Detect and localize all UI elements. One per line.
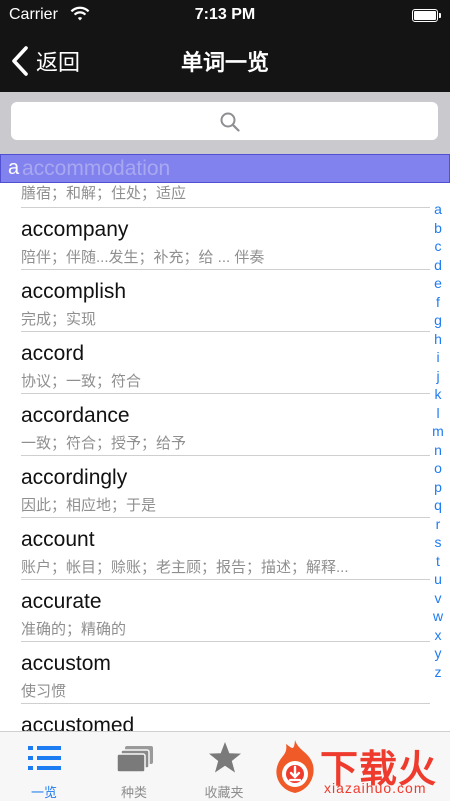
word-meaning: 一致；符合；授予；给予 [21,435,187,452]
tab-label: 一览 [30,785,57,800]
list-icon [28,746,61,770]
back-label: 返回 [36,50,81,75]
word-english: accustom [21,652,111,675]
flame-icon [276,740,314,793]
top-bar: Carrier 7:13 PM 返回 单词一览 [0,0,450,92]
list-item[interactable]: accord 协议；一致；符合 [0,332,430,394]
word-meaning: 陪伴；伴随...发生；补充；给 ... 伴奏 [21,249,265,266]
word-meaning: 准确的；精确的 [21,621,127,638]
tab-list[interactable]: 一览 [4,732,84,801]
index-letter[interactable]: y [431,644,445,663]
index-letter[interactable]: w [431,607,445,626]
search-bar [0,92,450,154]
index-letter[interactable]: x [431,626,445,645]
section-word: accommodation [22,157,171,180]
word-english: accompany [21,218,129,241]
list-item[interactable]: account 账户；帐目；赊账；老主顾；报告；描述；解释... [0,518,430,580]
watermark-logo: 下载火 xiazaihuo.com [262,732,450,800]
list-item[interactable]: accompany 陪伴；伴随...发生；补充；给 ... 伴奏 [0,208,430,270]
index-letter[interactable]: b [431,219,445,238]
alphabet-index[interactable]: a b c d e f g h i j k l m n o p q r s t … [431,200,445,681]
list-item[interactable]: accustomed [0,704,430,732]
index-letter[interactable]: a [431,200,445,219]
section-index-highlight: a accommodation [0,154,450,183]
word-english: accomplish [21,280,127,303]
index-letter[interactable]: o [431,459,445,478]
tab-favorites[interactable]: 收藏夹 [184,732,264,801]
watermark-subtext: xiazaihuo.com [324,780,427,796]
word-english: accordance [21,404,130,427]
index-letter[interactable]: v [431,589,445,608]
list-item[interactable]: accustom 使习惯 [0,642,430,704]
word-meaning: 账户；帐目；赊账；老主顾；报告；描述；解释... [21,559,349,576]
word-english: accordingly [21,466,128,489]
search-icon [220,112,240,132]
index-letter[interactable]: j [431,367,445,386]
tab-categories[interactable]: 种类 [94,732,174,801]
word-list: 膳宿；和解；住处；适应 accompany 陪伴；伴随...发生；补充；给 ..… [0,146,430,732]
list-item[interactable]: accurate 准确的；精确的 [0,580,430,642]
word-english: accurate [21,590,102,613]
index-letter[interactable]: z [431,663,445,682]
status-time: 7:13 PM [194,6,256,23]
index-letter[interactable]: e [431,274,445,293]
index-letter[interactable]: l [431,404,445,423]
index-letter[interactable]: k [431,385,445,404]
battery-icon [412,9,441,22]
cards-icon [117,746,153,773]
back-button[interactable]: 返回 [8,44,80,78]
word-meaning: 使习惯 [21,683,67,700]
index-letter[interactable]: i [431,348,445,367]
list-item[interactable]: accordingly 因此；相应地；于是 [0,456,430,518]
search-input[interactable] [11,102,438,140]
star-icon [209,742,241,773]
index-letter[interactable]: f [431,293,445,312]
list-item[interactable]: accomplish 完成；实现 [0,270,430,332]
list-item[interactable]: accordance 一致；符合；授予；给予 [0,394,430,456]
index-letter[interactable]: h [431,330,445,349]
tab-label: 种类 [120,785,147,800]
index-letter[interactable]: r [431,515,445,534]
word-meaning: 因此；相应地；于是 [21,497,157,514]
word-meaning: 膳宿；和解；住处；适应 [21,185,187,202]
navigation-bar: 返回 单词一览 [0,30,450,92]
index-letter[interactable]: n [431,441,445,460]
index-letter[interactable]: m [431,422,445,441]
index-letter[interactable]: q [431,496,445,515]
index-letter[interactable]: p [431,478,445,497]
index-letter[interactable]: d [431,256,445,275]
index-letter[interactable]: s [431,533,445,552]
word-english: accustomed [21,714,135,732]
word-english: account [21,528,95,551]
index-letter[interactable]: t [431,552,445,571]
word-english: accord [21,342,85,365]
index-letter[interactable]: u [431,570,445,589]
status-bar: Carrier 7:13 PM [0,0,450,30]
section-letter: a [8,157,20,179]
chevron-left-icon [12,46,28,76]
tab-label: 收藏夹 [204,785,244,800]
index-letter[interactable]: c [431,237,445,256]
index-letter[interactable]: g [431,311,445,330]
word-meaning: 完成；实现 [21,311,97,328]
word-meaning: 协议；一致；符合 [21,373,142,390]
